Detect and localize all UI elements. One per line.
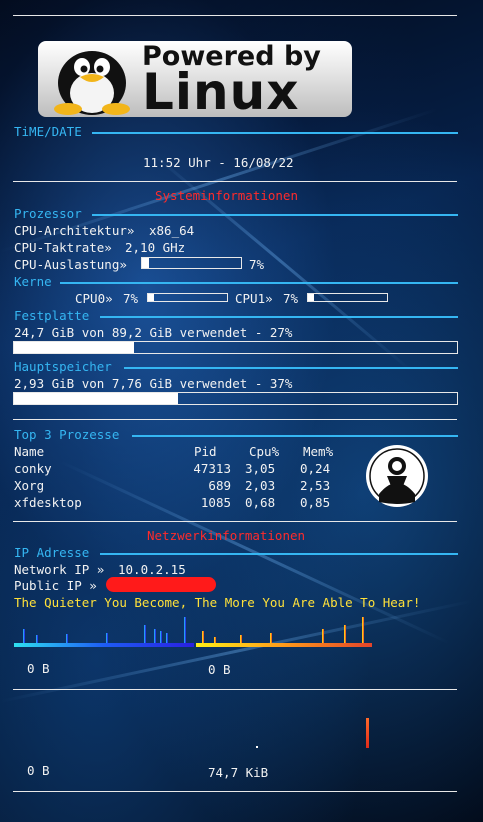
process-pid: 689 xyxy=(208,478,231,493)
cpu-arch-label: CPU-Architektur» xyxy=(14,223,135,238)
cpu-freq-value: 2,10 GHz xyxy=(125,240,186,255)
upload-rate: 0 B xyxy=(208,662,231,677)
memory-usage-bar-fill xyxy=(14,393,178,404)
process-cpu: 3,05 xyxy=(245,461,276,476)
core0-bar-fill xyxy=(148,294,154,301)
process-header-cpu: Cpu% xyxy=(249,444,280,459)
anonymous-mask-icon xyxy=(366,445,428,507)
powered-by-linux-logo: Powered by Linux xyxy=(38,41,352,121)
memory-usage-text: 2,93 GiB von 7,76 GiB verwendet - 37% xyxy=(14,376,293,391)
disk-section-label: Festplatte xyxy=(14,308,90,323)
quote-text: The Quieter You Become, The More You Are… xyxy=(14,595,421,610)
process-name: Xorg xyxy=(14,478,45,493)
cpu-freq-label: CPU-Taktrate» xyxy=(14,240,112,255)
core0-bar xyxy=(147,293,228,302)
process-mem: 0,85 xyxy=(300,495,331,510)
core0-value: 7% xyxy=(123,291,139,306)
disk-section-line xyxy=(100,316,458,318)
process-header-pid: Pid xyxy=(194,444,217,459)
download-rate: 0 B xyxy=(27,661,50,676)
ip-section-label: IP Adresse xyxy=(14,545,90,560)
core1-value: 7% xyxy=(283,291,299,306)
divider xyxy=(13,419,457,420)
memory-section-label: Hauptspeicher xyxy=(14,359,112,374)
processes-section-line xyxy=(132,435,458,437)
download-total: 0 B xyxy=(27,763,50,778)
network-ip-label: Network IP » xyxy=(14,562,105,577)
public-ip-redacted xyxy=(106,577,216,592)
cores-section-label: Kerne xyxy=(14,274,52,289)
bottom-divider xyxy=(13,791,457,792)
process-name: xfdesktop xyxy=(14,495,82,510)
disk-usage-text: 24,7 GiB von 89,2 GiB verwendet - 27% xyxy=(14,325,293,340)
cpu-section-line xyxy=(92,214,458,216)
cpu-section-label: Prozessor xyxy=(14,206,82,221)
tux-penguin-icon xyxy=(54,51,130,115)
process-header-mem: Mem% xyxy=(303,444,334,459)
core1-label: CPU1» xyxy=(235,291,273,306)
memory-section-line xyxy=(124,367,458,369)
cpu-load-bar-fill xyxy=(142,258,149,268)
network-ip-value: 10.0.2.15 xyxy=(118,562,186,577)
process-pid: 1085 xyxy=(200,495,231,510)
top-divider xyxy=(13,15,457,16)
core0-label: CPU0» xyxy=(75,291,113,306)
time-section-line xyxy=(92,132,458,134)
cpu-load-bar xyxy=(141,257,242,269)
ip-section-line xyxy=(100,553,458,555)
upload-total-activity-mark xyxy=(366,718,369,748)
activity-dot xyxy=(256,746,258,748)
core1-bar xyxy=(307,293,388,302)
processes-section-label: Top 3 Prozesse xyxy=(14,427,120,442)
system-title: Systeminformationen xyxy=(155,188,298,203)
network-title: Netzwerkinformationen xyxy=(147,528,306,543)
memory-usage-bar xyxy=(13,392,458,405)
divider xyxy=(13,181,457,182)
process-mem: 0,24 xyxy=(300,461,331,476)
disk-usage-bar xyxy=(13,341,458,354)
process-pid: 47313 xyxy=(193,461,231,476)
divider xyxy=(13,521,457,522)
process-header-name: Name xyxy=(14,444,45,459)
divider xyxy=(13,689,457,690)
disk-usage-bar-fill xyxy=(14,342,134,353)
core1-bar-fill xyxy=(308,294,314,301)
process-mem: 2,53 xyxy=(300,478,331,493)
cpu-load-label: CPU-Auslastung» xyxy=(14,257,127,272)
download-graph xyxy=(14,617,194,647)
process-cpu: 2,03 xyxy=(245,478,276,493)
cores-section-line xyxy=(60,282,458,284)
process-cpu: 0,68 xyxy=(245,495,276,510)
public-ip-label: Public IP » xyxy=(14,578,97,593)
upload-total: 74,7 KiB xyxy=(208,765,269,780)
process-name: conky xyxy=(14,461,52,476)
time-section-label: TiME/DATE xyxy=(14,124,82,139)
cpu-load-value: 7% xyxy=(249,257,265,272)
upload-graph xyxy=(196,617,372,647)
time-date-value: 11:52 Uhr - 16/08/22 xyxy=(143,155,294,170)
cpu-arch-value: x86_64 xyxy=(149,223,195,238)
logo-line2: Linux xyxy=(142,63,300,121)
